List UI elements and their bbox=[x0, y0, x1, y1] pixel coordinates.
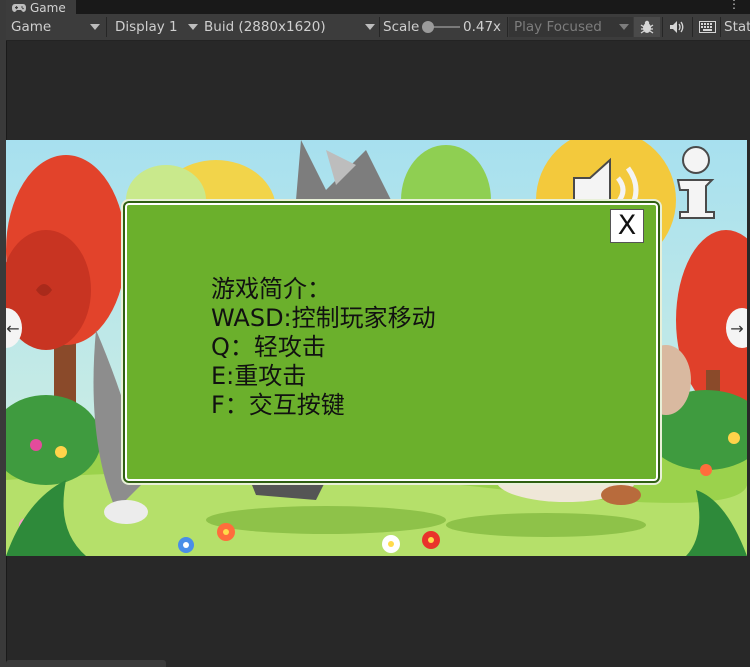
scale-value: 0.47x bbox=[463, 19, 502, 35]
resolution-dropdown[interactable]: Buid (2880x1620) bbox=[199, 17, 379, 37]
speaker-icon bbox=[670, 21, 684, 33]
display-label: Display 1 bbox=[115, 19, 178, 35]
keyboard-shortcuts-button[interactable] bbox=[694, 17, 720, 37]
game-intro-dialog: X 游戏简介： WASD:控制玩家移动 Q：轻攻击 E:重攻击 F：交互按键 bbox=[125, 203, 658, 481]
divider bbox=[507, 17, 508, 37]
chevron-down-icon bbox=[90, 24, 100, 30]
resolution-label: Buid (2880x1620) bbox=[204, 19, 326, 35]
scale-label: Scale bbox=[383, 19, 420, 35]
divider bbox=[379, 17, 380, 37]
chevron-down-icon bbox=[619, 24, 629, 30]
game-toolbar: Game Display 1 Buid (2880x1620) Scale 0.… bbox=[6, 14, 750, 41]
chevron-down-icon bbox=[188, 24, 198, 30]
debug-toggle-button[interactable] bbox=[634, 17, 660, 37]
stats-button[interactable]: Stat bbox=[724, 17, 750, 37]
tab-game[interactable]: Game bbox=[6, 0, 76, 15]
more-options-icon[interactable]: ⋮ bbox=[728, 0, 740, 11]
play-mode-label: Play Focused bbox=[514, 19, 602, 35]
divider bbox=[720, 17, 721, 37]
control-interact: F：交互按键 bbox=[211, 391, 345, 419]
arrow-left-icon: ← bbox=[6, 318, 20, 338]
gamepad-icon bbox=[12, 4, 26, 12]
dialog-content: 游戏简介： WASD:控制玩家移动 Q：轻攻击 E:重攻击 F：交互按键 bbox=[211, 275, 436, 420]
view-mode-label: Game bbox=[11, 19, 52, 35]
display-dropdown[interactable]: Display 1 bbox=[110, 17, 202, 37]
tab-game-label: Game bbox=[30, 1, 66, 15]
control-light-attack: Q：轻攻击 bbox=[211, 333, 326, 361]
control-move: WASD:控制玩家移动 bbox=[211, 304, 436, 332]
bug-icon bbox=[640, 20, 654, 34]
chevron-down-icon bbox=[365, 24, 375, 30]
view-mode-dropdown[interactable]: Game bbox=[6, 17, 104, 37]
intro-title: 游戏简介： bbox=[211, 275, 331, 303]
keyboard-icon bbox=[698, 21, 716, 33]
play-mode-dropdown[interactable]: Play Focused bbox=[509, 17, 633, 37]
divider bbox=[662, 17, 663, 37]
bottom-panel-tab[interactable] bbox=[6, 660, 166, 667]
arrow-right-icon: → bbox=[730, 318, 744, 338]
scale-slider-handle[interactable] bbox=[422, 21, 434, 33]
close-button[interactable]: X bbox=[610, 209, 644, 243]
tab-bar: Game ⋮ bbox=[6, 0, 750, 15]
divider bbox=[692, 17, 693, 37]
control-heavy-attack: E:重攻击 bbox=[211, 362, 307, 390]
divider bbox=[106, 17, 107, 37]
mute-audio-button[interactable] bbox=[664, 17, 690, 37]
